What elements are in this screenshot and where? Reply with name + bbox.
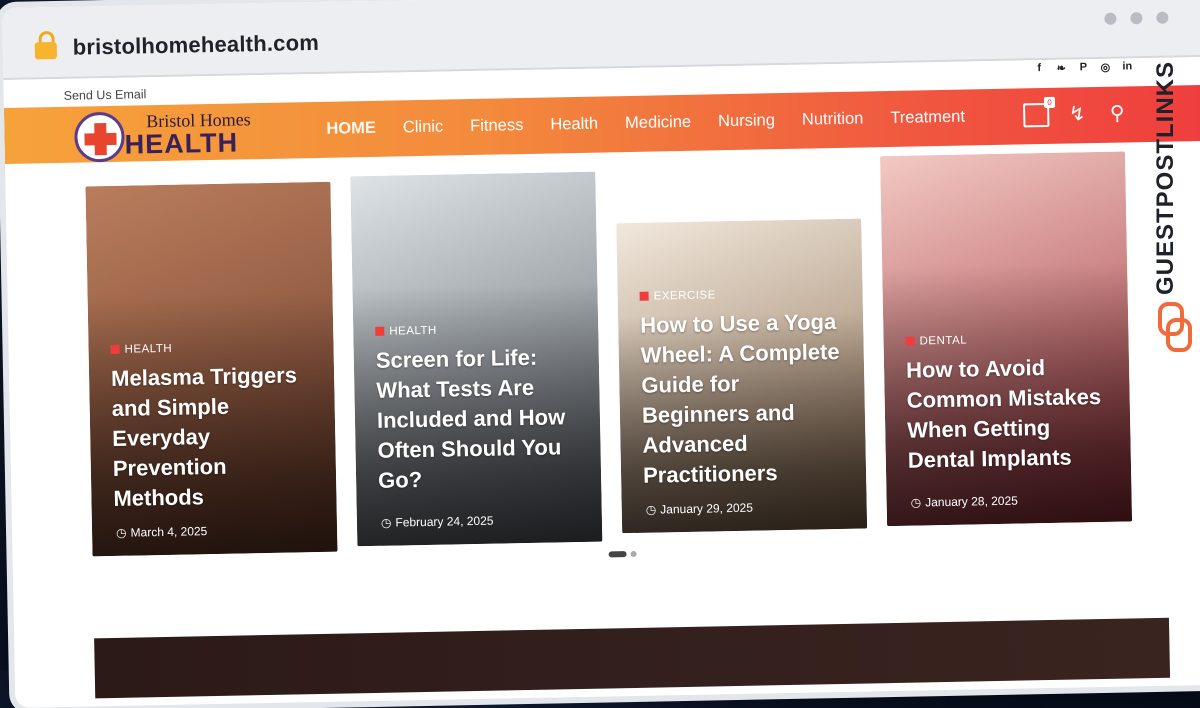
search-icon[interactable]: ⚲ bbox=[1105, 100, 1129, 125]
nav-item-treatment[interactable]: Treatment bbox=[890, 108, 965, 128]
slide-title[interactable]: Melasma Triggers and Simple Everyday Pre… bbox=[111, 360, 323, 514]
featured-slider: HEALTH Melasma Triggers and Simple Every… bbox=[85, 151, 1142, 561]
twitter-icon[interactable]: ❧ bbox=[1055, 62, 1067, 75]
url-text[interactable]: bristolhomehealth.com bbox=[73, 30, 320, 61]
nav-icons: 0 ↯ ⚲ bbox=[1023, 96, 1129, 127]
pagination-dot[interactable] bbox=[630, 550, 637, 558]
instagram-icon[interactable]: ◎ bbox=[1099, 61, 1111, 74]
slider-pagination bbox=[608, 550, 637, 558]
slide-date: January 29, 2025 bbox=[646, 501, 753, 517]
nav-item-health[interactable]: Health bbox=[550, 115, 598, 135]
window-menu-dots[interactable] bbox=[1104, 11, 1169, 25]
nav-menu: HOME Clinic Fitness Health Medicine Nurs… bbox=[326, 107, 992, 139]
nav-item-clinic[interactable]: Clinic bbox=[403, 118, 444, 138]
lock-icon bbox=[34, 30, 57, 60]
send-email-link[interactable]: Send Us Email bbox=[64, 87, 147, 103]
slide-title[interactable]: How to Avoid Common Mistakes When Gettin… bbox=[906, 352, 1117, 476]
slide-category[interactable]: EXERCISE bbox=[640, 289, 716, 302]
slide-date: January 28, 2025 bbox=[911, 494, 1018, 510]
site-logo[interactable]: Bristol Homes HEALTH bbox=[74, 107, 275, 163]
slide-category[interactable]: HEALTH bbox=[110, 343, 172, 356]
nav-item-nursing[interactable]: Nursing bbox=[718, 111, 775, 131]
facebook-icon[interactable]: f bbox=[1033, 62, 1045, 75]
bookmark-count-badge: 0 bbox=[1043, 96, 1056, 108]
slide-card[interactable]: HEALTH Melasma Triggers and Simple Every… bbox=[85, 181, 338, 557]
nav-item-medicine[interactable]: Medicine bbox=[625, 113, 691, 133]
slide-title[interactable]: How to Use a Yoga Wheel: A Complete Guid… bbox=[640, 307, 852, 491]
chain-link-icon bbox=[1158, 302, 1192, 352]
logo-line2: HEALTH bbox=[124, 127, 239, 160]
nav-item-fitness[interactable]: Fitness bbox=[470, 116, 524, 136]
bookmark-icon[interactable]: 0 bbox=[1023, 96, 1056, 127]
slide-card[interactable]: HEALTH Screen for Life: What Tests Are I… bbox=[350, 171, 603, 547]
slide-date: March 4, 2025 bbox=[116, 524, 207, 540]
nav-item-nutrition[interactable]: Nutrition bbox=[802, 109, 864, 129]
slide-card[interactable]: DENTAL How to Avoid Common Mistakes When… bbox=[880, 151, 1133, 527]
browser-window: bristolhomehealth.com Send Us Email f ❧ … bbox=[2, 0, 1200, 708]
next-section-banner bbox=[94, 617, 1171, 699]
flash-icon[interactable]: ↯ bbox=[1065, 101, 1089, 126]
slide-category[interactable]: DENTAL bbox=[905, 335, 967, 348]
slide-category[interactable]: HEALTH bbox=[375, 325, 437, 338]
nav-item-home[interactable]: HOME bbox=[326, 119, 376, 139]
slide-title[interactable]: Screen for Life: What Tests Are Included… bbox=[376, 342, 588, 496]
social-links: f ❧ P ◎ in bbox=[1033, 60, 1133, 75]
slide-date: February 24, 2025 bbox=[381, 514, 493, 530]
pinterest-icon[interactable]: P bbox=[1077, 61, 1089, 74]
guestpostlinks-watermark: GUESTPOSTLINKS bbox=[1152, 60, 1196, 370]
watermark-text: GUESTPOSTLINKS bbox=[1152, 60, 1179, 295]
linkedin-icon[interactable]: in bbox=[1121, 60, 1133, 73]
slide-card[interactable]: EXERCISE How to Use a Yoga Wheel: A Comp… bbox=[616, 218, 868, 534]
pagination-dot-active[interactable] bbox=[608, 551, 627, 558]
medical-cross-icon bbox=[74, 111, 125, 163]
